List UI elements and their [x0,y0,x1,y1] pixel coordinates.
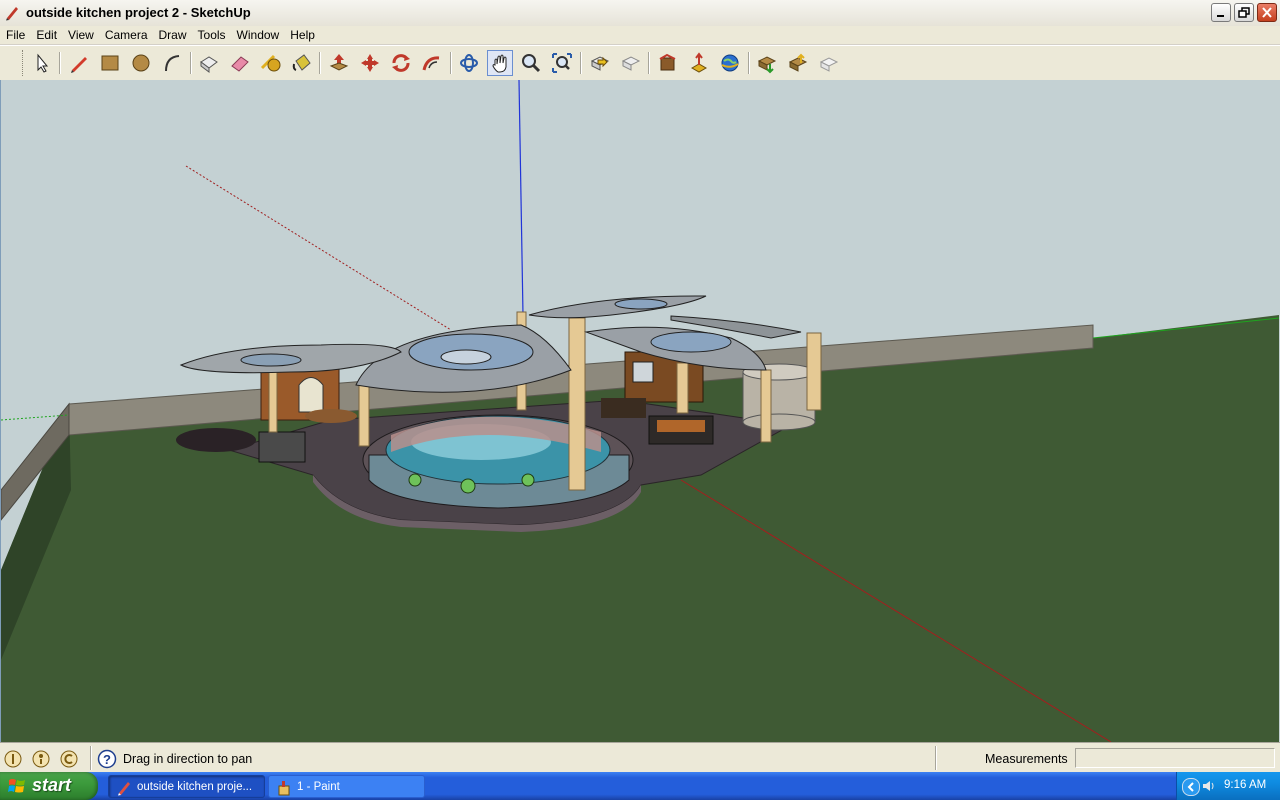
menu-camera[interactable]: Camera [99,26,153,44]
pencil-icon [71,57,87,73]
geo-location-icon[interactable] [3,749,23,769]
follow-me-tool[interactable] [419,50,445,76]
move-tool[interactable] [357,50,383,76]
arc-tool[interactable] [159,50,185,76]
title-bar[interactable]: outside kitchen project 2 - SketchUp [0,0,1280,27]
menu-bar: File Edit View Camera Draw Tools Window Help [0,26,1280,44]
push-pull-icon [329,54,349,71]
sketchup-icon [118,782,130,796]
orbit-tool[interactable] [456,50,482,76]
menu-draw[interactable]: Draw [153,26,192,44]
zoom-extents-tool[interactable] [549,50,575,76]
toolbar [0,45,1280,81]
show-hidden-icons-button[interactable] [1182,778,1200,796]
share-model-tool[interactable] [686,50,712,76]
credits-icon[interactable] [31,749,51,769]
status-hint: Drag in direction to pan [123,752,253,766]
rotate-icon [392,54,410,72]
share-model-icon [690,52,708,73]
close-button[interactable] [1257,3,1277,22]
paint-bucket-icon [292,54,311,71]
svg-text:?: ? [103,752,111,767]
toolbar-grip[interactable] [22,50,26,76]
previous-view-tool[interactable] [587,50,613,76]
zoom-extents-icon [552,53,572,73]
component-icon [200,56,218,73]
warehouse-icon [659,53,676,71]
model-viewport[interactable] [0,80,1280,742]
menu-tools[interactable]: Tools [192,26,231,44]
eraser-icon [231,56,249,72]
move-icon [361,54,379,72]
magnifier-icon [522,54,541,73]
follow-me-icon [422,56,440,71]
hand-icon [492,54,507,73]
start-label: start [32,775,72,795]
taskbar: start outside kitchen proje... 1 - Paint… [0,772,1280,800]
pencil-tool[interactable] [66,50,92,76]
tape-measure-tool[interactable] [258,50,284,76]
taskbar-item-label: outside kitchen proje... [137,781,253,793]
model-scene [1,80,1279,742]
restore-button[interactable] [1234,3,1254,22]
push-pull-tool[interactable] [326,50,352,76]
rotate-tool[interactable] [388,50,414,76]
start-button[interactable]: start [0,772,98,800]
menu-view[interactable]: View [62,26,99,44]
taskbar-item-label: 1 - Paint [297,781,340,793]
eraser-tool[interactable] [227,50,253,76]
minimize-button[interactable] [1211,3,1231,22]
status-bar: ? Drag in direction to pan Measurements [0,742,1280,773]
measurements-field[interactable] [1075,748,1275,768]
taskbar-item-paint[interactable]: 1 - Paint [268,775,425,798]
tape-measure-icon [260,54,281,72]
chevron-left-icon [1187,782,1194,792]
menu-help[interactable]: Help [284,26,320,44]
menu-file[interactable]: File [0,26,30,44]
sketchup-app-icon [6,7,18,21]
get-models-tool[interactable] [655,50,681,76]
volume-icon[interactable] [1201,778,1217,794]
menu-edit[interactable]: Edit [30,26,62,44]
user-account-icon[interactable] [59,749,79,769]
orbit-icon [460,54,478,72]
rectangle-tool[interactable] [97,50,123,76]
next-view-tool[interactable] [618,50,644,76]
get-current-view-tool[interactable] [754,50,780,76]
restore-icon [1238,7,1250,18]
window-title: outside kitchen project 2 - SketchUp [26,5,251,20]
minimize-icon [1217,15,1224,17]
taskbar-item-sketchup[interactable]: outside kitchen proje... [108,775,265,798]
pan-tool[interactable] [487,50,513,76]
paint-icon [278,781,290,796]
close-icon [1262,7,1272,18]
pillar [568,317,586,491]
arc-icon [165,55,180,72]
rectangle-icon [101,55,119,71]
toggle-terrain-tool[interactable] [785,50,811,76]
menu-window[interactable]: Window [231,26,285,44]
globe-icon [721,54,739,72]
circle-icon [132,54,150,72]
google-earth-tool[interactable] [717,50,743,76]
place-model-tool[interactable] [816,50,842,76]
arrow-pointer-icon [37,53,49,73]
make-component-tool[interactable] [196,50,222,76]
windows-logo-icon [8,779,25,793]
previous-view-icon [590,56,610,71]
paint-bucket-tool[interactable] [289,50,315,76]
zoom-tool[interactable] [518,50,544,76]
measurements-label: Measurements [985,752,1068,766]
help-icon[interactable]: ? [97,749,117,769]
get-view-icon [757,56,777,74]
place-model-icon [819,57,839,72]
select-tool[interactable] [29,50,55,76]
terrain-icon [788,53,808,72]
next-view-icon [621,56,641,71]
clock[interactable]: 9:16 AM [1224,779,1266,791]
circle-tool[interactable] [128,50,154,76]
system-tray: 9:16 AM [1176,772,1280,800]
